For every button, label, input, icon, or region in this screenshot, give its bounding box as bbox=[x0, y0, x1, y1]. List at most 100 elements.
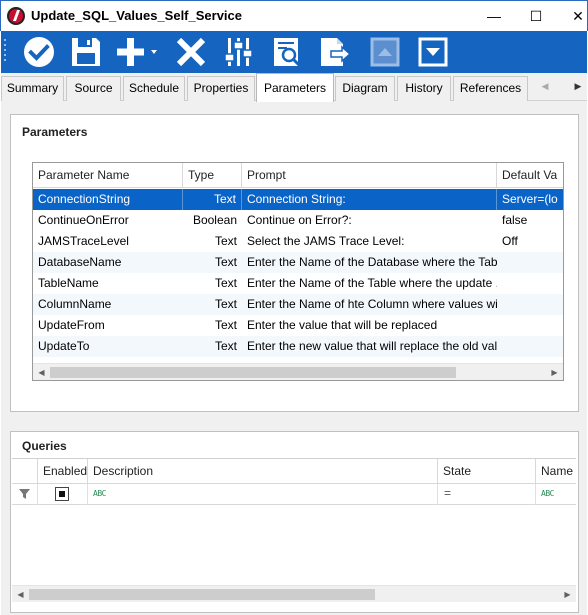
column-header-description[interactable]: Description bbox=[88, 459, 438, 484]
delete-button[interactable] bbox=[173, 34, 209, 70]
window-title: Update_SQL_Values_Self_Service bbox=[31, 8, 243, 23]
table-row[interactable]: JAMSTraceLevel Text Select the JAMS Trac… bbox=[33, 231, 563, 252]
scrollbar-thumb[interactable] bbox=[29, 589, 375, 600]
param-type-cell: Text bbox=[183, 189, 242, 210]
parameters-horizontal-scrollbar[interactable]: ◀ ▶ bbox=[33, 363, 563, 380]
column-header-prompt[interactable]: Prompt bbox=[242, 163, 497, 188]
table-row[interactable]: UpdateFrom Text Enter the value that wil… bbox=[33, 315, 563, 336]
filter-icon bbox=[19, 489, 30, 499]
equals-filter-icon: = bbox=[444, 486, 452, 500]
param-default-cell bbox=[497, 273, 563, 294]
state-filter-cell[interactable]: = bbox=[438, 484, 536, 505]
table-row[interactable]: TableName Text Enter the Name of the Tab… bbox=[33, 273, 563, 294]
param-prompt-cell: Connection String: bbox=[242, 189, 497, 210]
param-type-cell: Boolean bbox=[192, 213, 237, 227]
scroll-left-icon[interactable]: ◀ bbox=[33, 364, 50, 380]
param-prompt-cell: Continue on Error?: bbox=[247, 213, 352, 227]
export-document-icon bbox=[321, 38, 352, 66]
param-name-cell: ColumnName bbox=[38, 297, 112, 311]
param-name-cell: ConnectionString bbox=[33, 189, 183, 210]
tab-scroll-right-icon[interactable]: ▶ bbox=[571, 79, 585, 93]
text-filter-icon: ABC bbox=[541, 489, 554, 498]
tab-diagram[interactable]: Diagram bbox=[335, 76, 395, 101]
column-header-parameter-name[interactable]: Parameter Name bbox=[33, 163, 183, 188]
scroll-left-icon[interactable]: ◀ bbox=[12, 586, 29, 603]
param-name-cell: UpdateTo bbox=[38, 339, 90, 353]
param-name-cell: DatabaseName bbox=[38, 255, 122, 269]
column-header-default-value[interactable]: Default Va bbox=[497, 163, 563, 188]
param-type-cell: Text bbox=[214, 318, 237, 332]
param-type-cell: Text bbox=[214, 276, 237, 290]
minimize-button[interactable]: — bbox=[471, 1, 517, 31]
floppy-icon bbox=[72, 38, 100, 66]
param-default-cell bbox=[497, 336, 563, 357]
param-default-cell bbox=[497, 315, 563, 336]
scroll-right-icon[interactable]: ▶ bbox=[559, 586, 576, 603]
enabled-filter-checkbox[interactable] bbox=[55, 487, 69, 501]
move-down-button[interactable] bbox=[415, 34, 451, 70]
check-circle-icon bbox=[24, 37, 54, 67]
description-filter-cell[interactable]: ABC bbox=[88, 484, 438, 505]
toolbar bbox=[1, 31, 587, 73]
tab-properties[interactable]: Properties bbox=[187, 76, 255, 101]
param-default-cell bbox=[497, 252, 563, 273]
add-button[interactable] bbox=[115, 34, 161, 70]
tab-schedule[interactable]: Schedule bbox=[123, 76, 185, 101]
column-header-state[interactable]: State bbox=[438, 459, 536, 484]
row-indicator-header bbox=[12, 459, 38, 484]
toolbar-grip[interactable] bbox=[4, 39, 7, 65]
table-row[interactable]: ColumnName Text Enter the Name of hte Co… bbox=[33, 294, 563, 315]
table-row[interactable]: UpdateTo Text Enter the new value that w… bbox=[33, 336, 563, 357]
save-close-button[interactable] bbox=[21, 34, 57, 70]
param-prompt-cell: Enter the Name of the Database where the… bbox=[247, 255, 497, 269]
search-document-icon bbox=[274, 38, 301, 67]
tab-summary[interactable]: Summary bbox=[1, 76, 64, 101]
tab-source[interactable]: Source bbox=[66, 76, 121, 101]
scroll-right-icon[interactable]: ▶ bbox=[546, 364, 563, 380]
param-default-cell: Server=(lo bbox=[502, 192, 558, 206]
parameters-header: Parameter Name Type Prompt Default Va bbox=[33, 163, 563, 188]
param-prompt-cell: Enter the Name of the Table where the up… bbox=[247, 276, 497, 290]
close-button[interactable]: ✕ bbox=[555, 1, 588, 31]
param-type-cell: Text bbox=[214, 339, 237, 353]
adjust-button[interactable] bbox=[221, 34, 257, 70]
param-default-cell: false bbox=[502, 213, 528, 227]
maximize-button[interactable]: ☐ bbox=[513, 1, 559, 31]
tab-parameters[interactable]: Parameters bbox=[256, 73, 334, 102]
column-header-name[interactable]: Name bbox=[536, 459, 576, 484]
tab-scroll-left-icon[interactable]: ◀ bbox=[538, 79, 552, 93]
tab-content: Parameters Parameter Name Type Prompt De… bbox=[1, 101, 587, 615]
param-type-cell: Text bbox=[214, 297, 237, 311]
parameters-title: Parameters bbox=[22, 125, 88, 139]
filter-indicator-cell bbox=[12, 484, 38, 505]
tab-strip: Summary Source Schedule Properties Param… bbox=[1, 73, 587, 102]
param-name-cell: JAMSTraceLevel bbox=[38, 234, 129, 248]
tab-history[interactable]: History bbox=[397, 76, 451, 101]
param-default-cell: Off bbox=[502, 234, 518, 248]
queries-header: Enabled Description State Name bbox=[12, 459, 576, 484]
export-button[interactable] bbox=[317, 34, 353, 70]
tab-references[interactable]: References bbox=[453, 76, 528, 101]
move-up-button[interactable] bbox=[367, 34, 403, 70]
param-name-cell: TableName bbox=[38, 276, 99, 290]
text-filter-icon: ABC bbox=[93, 489, 106, 498]
save-button[interactable] bbox=[68, 34, 104, 70]
name-filter-cell[interactable]: ABC bbox=[536, 484, 576, 505]
param-type-cell: Text bbox=[214, 255, 237, 269]
table-row[interactable]: DatabaseName Text Enter the Name of the … bbox=[33, 252, 563, 273]
title-bar: Update_SQL_Values_Self_Service — ☐ ✕ bbox=[0, 0, 588, 31]
parameters-grid: Parameter Name Type Prompt Default Va Co… bbox=[32, 162, 564, 381]
table-row[interactable]: ConnectionString Text Connection String:… bbox=[33, 189, 563, 210]
queries-horizontal-scrollbar[interactable]: ◀ ▶ bbox=[12, 585, 576, 602]
scrollbar-thumb[interactable] bbox=[50, 367, 456, 378]
column-header-type[interactable]: Type bbox=[183, 163, 242, 188]
param-type-cell: Text bbox=[214, 234, 237, 248]
queries-grid: Enabled Description State Name ABC = ABC… bbox=[12, 458, 576, 605]
preview-button[interactable] bbox=[269, 34, 305, 70]
plus-dropdown-icon bbox=[117, 38, 157, 66]
param-name-cell: UpdateFrom bbox=[38, 318, 105, 332]
column-header-enabled[interactable]: Enabled bbox=[38, 459, 88, 484]
table-row[interactable]: ContinueOnError Boolean Continue on Erro… bbox=[33, 210, 563, 231]
arrow-down-box-icon bbox=[418, 37, 448, 67]
enabled-filter-cell[interactable] bbox=[38, 484, 88, 505]
